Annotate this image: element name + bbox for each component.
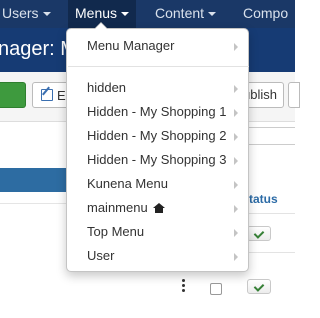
menu-item-label: Hidden - My Shopping 3 [87, 152, 227, 167]
chevron-right-icon [234, 133, 238, 141]
nav-content-label: Content [155, 5, 205, 21]
menu-item-label: Hidden - My Shopping 2 [87, 128, 227, 143]
menu-divider [68, 66, 249, 67]
menu-item-hidden-my-shopping-2[interactable]: Hidden - My Shopping 2 [67, 125, 248, 149]
menu-item-hidden[interactable]: hidden [67, 77, 248, 101]
nav-components[interactable]: Compo [243, 0, 288, 28]
menu-item-hidden-my-shopping-3[interactable]: Hidden - My Shopping 3 [67, 149, 248, 173]
nav-menus-label: Menus [75, 5, 118, 21]
menu-item-top-menu[interactable]: Top Menu [67, 221, 248, 245]
top-navbar: Users Menus Content Compo [0, 0, 295, 28]
check-icon[interactable] [247, 279, 271, 294]
menu-item-label: Top Menu [87, 224, 145, 239]
menu-item-label: Hidden - My Shopping 1 [87, 104, 227, 119]
nav-components-label: Compo [243, 5, 289, 21]
row-checkbox[interactable] [210, 283, 222, 295]
chevron-right-icon [234, 43, 238, 51]
menu-item-label: hidden [87, 80, 127, 95]
edit-icon [41, 89, 53, 101]
new-button[interactable] [0, 82, 26, 108]
menu-item-kunena-menu[interactable]: Kunena Menu [67, 173, 248, 197]
menu-item-menu-manager[interactable]: Menu Manager [67, 35, 248, 59]
menu-item-text: mainmenu [87, 200, 148, 215]
caret-down-icon [121, 12, 130, 17]
nav-users-label: Users [2, 5, 39, 21]
menu-item-label: mainmenu [87, 200, 165, 215]
menu-item-label: User [87, 248, 115, 263]
chevron-right-icon [234, 181, 238, 189]
edit-button-label: E [57, 88, 66, 103]
chevron-right-icon [234, 229, 238, 237]
menu-item-mainmenu[interactable]: mainmenu [67, 197, 248, 221]
menu-item-label: Menu Manager [87, 38, 175, 53]
unpublish-button[interactable] [288, 82, 300, 108]
home-icon [152, 203, 165, 213]
nav-content[interactable]: Content [155, 0, 217, 28]
nav-users[interactable]: Users [2, 0, 51, 28]
caret-down-icon [208, 12, 217, 17]
more-options-icon[interactable] [182, 279, 185, 293]
caret-down-icon [42, 12, 51, 17]
chevron-right-icon [234, 205, 238, 213]
chevron-right-icon [234, 85, 238, 93]
status-column-header[interactable]: tatus [249, 192, 278, 206]
menu-item-user[interactable]: User [67, 245, 248, 269]
menus-dropdown: Menu Manager hidden Hidden - My Shopping… [66, 22, 249, 272]
chevron-right-icon [234, 109, 238, 117]
search-input[interactable] [247, 127, 295, 145]
menu-item-label: Kunena Menu [87, 176, 168, 191]
sidebar-active-item[interactable] [0, 168, 70, 192]
check-icon[interactable] [247, 226, 271, 241]
menu-item-hidden-my-shopping-1[interactable]: Hidden - My Shopping 1 [67, 101, 248, 125]
chevron-right-icon [234, 157, 238, 165]
sidebar-divider [0, 203, 70, 204]
chevron-right-icon [234, 253, 238, 261]
